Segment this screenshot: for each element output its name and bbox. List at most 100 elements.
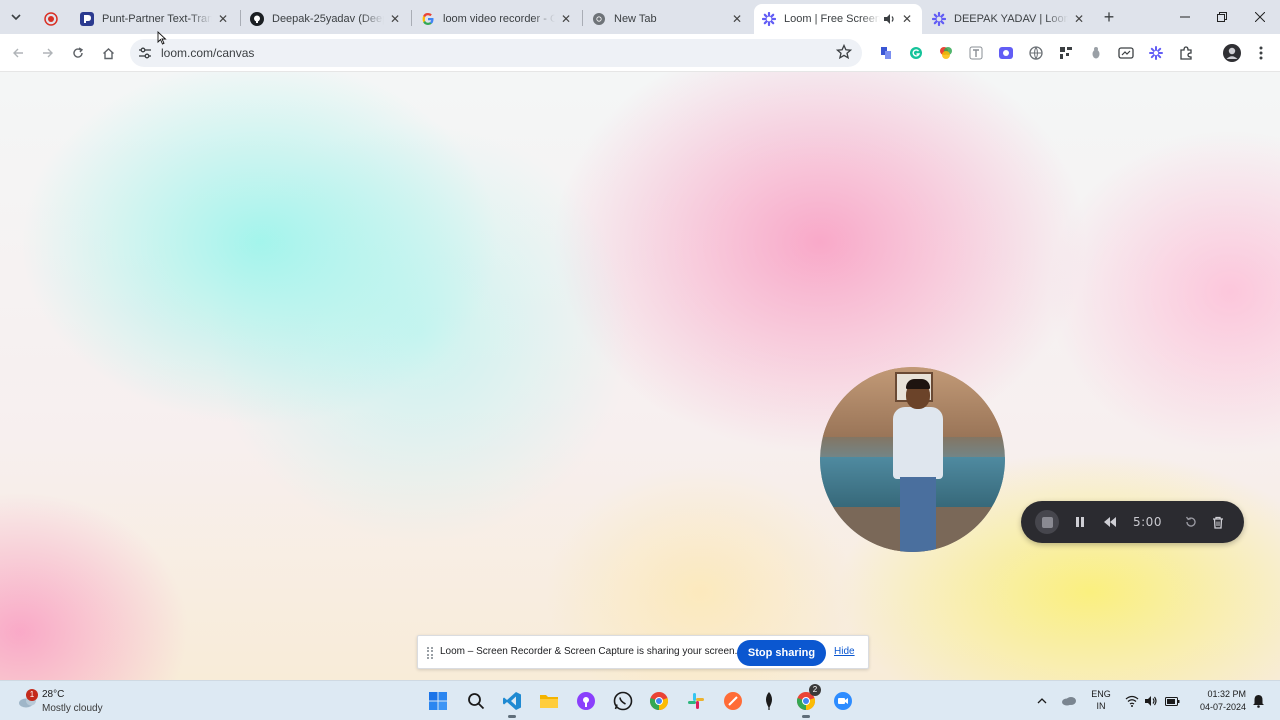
home-icon xyxy=(102,47,114,59)
address-bar[interactable]: loom.com/canvas xyxy=(130,39,862,67)
wifi-tray-icon[interactable] xyxy=(1124,693,1140,709)
close-icon[interactable]: ✕ xyxy=(216,12,230,26)
chrome-icon xyxy=(592,12,606,26)
camera-bubble[interactable] xyxy=(820,367,1005,552)
taskbar-chrome-alt[interactable] xyxy=(647,689,671,713)
taskbar-app-purple[interactable] xyxy=(574,689,598,713)
wifi-icon xyxy=(1125,695,1139,707)
battery-tray-icon[interactable] xyxy=(1164,693,1180,709)
language-region: IN xyxy=(1096,701,1106,711)
close-icon[interactable]: ✕ xyxy=(900,12,914,26)
taskbar-zoom[interactable] xyxy=(831,689,855,713)
tab-separator xyxy=(582,10,583,26)
volume-tray-icon[interactable] xyxy=(1143,693,1159,709)
stop-sharing-button[interactable]: Stop sharing xyxy=(737,640,826,666)
taskbar-slack[interactable] xyxy=(684,689,708,713)
tab-google-search[interactable]: loom video recorder - Go ✕ xyxy=(413,4,581,34)
show-hidden-icons-button[interactable] xyxy=(1034,693,1050,709)
tab-loom-profile[interactable]: DEEPAK YADAV | Loom ✕ xyxy=(924,4,1094,34)
pause-button[interactable] xyxy=(1071,513,1089,531)
extension-bug-icon[interactable] xyxy=(1088,45,1104,61)
profile-avatar[interactable] xyxy=(1222,43,1242,63)
taskbar-chrome[interactable]: 2 xyxy=(794,684,821,718)
taskbar-vscode[interactable] xyxy=(500,689,524,718)
person-jeans xyxy=(900,477,936,552)
tab-separator xyxy=(240,10,241,26)
start-button[interactable] xyxy=(426,689,450,713)
chevron-down-icon xyxy=(11,14,21,21)
tab-title: Deepak-25yadav (Deepa xyxy=(272,13,384,25)
whatsapp-icon xyxy=(613,691,633,711)
stop-icon xyxy=(1041,516,1053,528)
delete-button[interactable] xyxy=(1209,513,1227,531)
input-language[interactable]: ENG IN xyxy=(1089,688,1113,712)
tab-new-tab[interactable]: New Tab ✕ xyxy=(584,4,752,34)
bell-icon xyxy=(1252,695,1264,708)
url-text[interactable]: loom.com/canvas xyxy=(161,46,254,60)
chevron-up-icon xyxy=(1037,698,1047,704)
back-button[interactable] xyxy=(7,42,29,64)
extension-loom-icon[interactable] xyxy=(998,45,1014,61)
weather-widget[interactable]: 1 28°C Mostly cloudy xyxy=(12,686,122,716)
clock-date: 04-07-2024 xyxy=(1199,702,1246,712)
close-icon[interactable]: ✕ xyxy=(559,12,573,26)
taskbar-search-button[interactable] xyxy=(464,689,488,713)
notification-center-button[interactable] xyxy=(1250,693,1266,709)
close-icon[interactable]: ✕ xyxy=(388,12,402,26)
weather-temperature: 28°C xyxy=(42,689,65,700)
close-icon[interactable]: ✕ xyxy=(1072,12,1086,26)
restart-button[interactable] xyxy=(1182,513,1200,531)
chrome-window-count: 2 xyxy=(809,684,821,696)
hide-banner-link[interactable]: Hide xyxy=(834,646,855,657)
tab-search-button[interactable] xyxy=(6,8,26,26)
tab-github[interactable]: Deepak-25yadav (Deepa ✕ xyxy=(242,4,410,34)
drag-handle-icon[interactable] xyxy=(427,647,433,659)
browser-toolbar: loom.com/canvas 22 xyxy=(0,34,1280,96)
video-call-icon xyxy=(834,692,852,710)
restore-button[interactable] xyxy=(1207,6,1237,28)
taskbar-file-explorer[interactable] xyxy=(537,689,561,713)
extension-qr-icon[interactable] xyxy=(1058,45,1074,61)
close-icon[interactable]: ✕ xyxy=(730,12,744,26)
home-button[interactable] xyxy=(97,42,119,64)
tab-title: Loom | Free Screen & Vi xyxy=(784,13,880,25)
extension-gear-icon[interactable] xyxy=(1148,45,1164,61)
extensions-puzzle-icon[interactable] xyxy=(1178,45,1194,61)
close-icon xyxy=(1255,12,1265,22)
extension-font-icon[interactable] xyxy=(968,45,984,61)
speaker-icon[interactable] xyxy=(882,12,896,26)
bookmark-star-icon[interactable] xyxy=(836,44,852,60)
tab-recording[interactable] xyxy=(38,4,66,34)
trash-icon xyxy=(1213,516,1223,529)
tab-punt-partner[interactable]: Punt-Partner Text-Transla ✕ xyxy=(72,4,238,34)
windows-logo-icon xyxy=(429,692,447,710)
taskbar-mongodb[interactable] xyxy=(757,689,781,713)
arrow-right-icon xyxy=(43,48,53,58)
tab-title: New Tab xyxy=(614,13,657,25)
taskbar-whatsapp[interactable] xyxy=(611,689,635,713)
site-settings-icon[interactable] xyxy=(138,46,152,60)
new-tab-button[interactable]: + xyxy=(1100,8,1118,26)
minimize-icon xyxy=(1180,16,1190,18)
postman-icon xyxy=(724,692,742,710)
onedrive-tray-icon[interactable] xyxy=(1061,693,1077,709)
system-clock[interactable]: 01:32 PM 04-07-2024 xyxy=(1188,688,1246,714)
taskbar-postman[interactable] xyxy=(721,689,745,713)
extension-translate-icon[interactable] xyxy=(878,45,894,61)
clock-time: 01:32 PM xyxy=(1207,689,1246,699)
forward-button[interactable] xyxy=(37,42,59,64)
restore-icon xyxy=(1217,12,1227,22)
extension-color-picker-icon[interactable] xyxy=(938,45,954,61)
tab-loom-active[interactable]: Loom | Free Screen & Vi ✕ xyxy=(754,4,922,34)
extension-screenshot-icon[interactable] xyxy=(1118,45,1134,61)
close-window-button[interactable] xyxy=(1245,6,1275,28)
stop-recording-button[interactable] xyxy=(1035,510,1059,534)
share-message: Loom – Screen Recorder & Screen Capture … xyxy=(440,646,738,657)
extension-grammarly-icon[interactable] xyxy=(908,45,924,61)
more-menu-icon[interactable] xyxy=(1253,45,1269,61)
minimize-button[interactable] xyxy=(1170,6,1200,28)
extension-vpn-icon[interactable] xyxy=(1028,45,1044,61)
rewind-button[interactable] xyxy=(1101,513,1119,531)
reload-button[interactable] xyxy=(67,42,89,64)
github-icon xyxy=(250,12,264,26)
